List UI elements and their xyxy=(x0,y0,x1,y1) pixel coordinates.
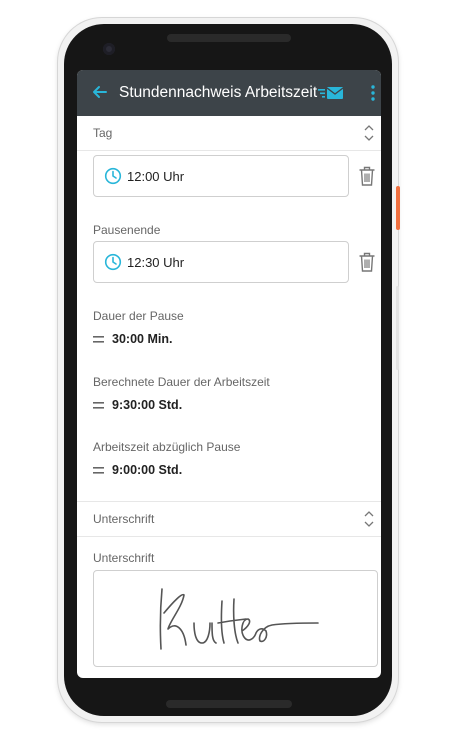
pausenende-time-field[interactable]: 12:30 Uhr xyxy=(93,241,349,283)
dauer-pause-label: Dauer der Pause xyxy=(93,309,184,323)
section-label-tag: Tag xyxy=(93,126,113,140)
arrow-back-icon[interactable] xyxy=(89,81,111,103)
more-vert-icon[interactable] xyxy=(370,84,376,102)
arbeitszeit-abzueglich-label: Arbeitszeit abzüglich Pause xyxy=(93,440,241,454)
top-speaker xyxy=(167,34,291,42)
pausenbeginn-time-field[interactable]: 12:00 Uhr xyxy=(93,155,349,197)
clock-icon xyxy=(104,167,122,185)
dauer-pause-value: 30:00 Min. xyxy=(112,332,173,346)
trash-icon[interactable] xyxy=(358,165,376,187)
page-title: Stundennachweis Arbeitszeit xyxy=(119,84,318,101)
signature-pad[interactable] xyxy=(93,570,378,667)
section-header-tag[interactable]: Tag xyxy=(77,116,381,151)
expand-collapse-icon[interactable] xyxy=(363,509,375,529)
signature-label: Unterschrift xyxy=(93,551,155,565)
arbeitszeit-abzueglich-value: 9:00:00 Std. xyxy=(112,463,183,477)
power-button xyxy=(396,186,400,230)
bottom-speaker xyxy=(166,700,292,708)
pausenende-value: 12:30 Uhr xyxy=(127,255,185,270)
pausenende-label: Pausenende xyxy=(93,223,161,237)
front-camera xyxy=(103,43,115,55)
section-label-unterschrift: Unterschrift xyxy=(93,512,155,526)
berechnete-dauer-label: Berechnete Dauer der Arbeitszeit xyxy=(93,375,270,389)
equals-icon xyxy=(93,336,104,343)
handwritten-signature xyxy=(159,588,319,650)
berechnete-dauer-value: 9:30:00 Std. xyxy=(112,398,183,412)
pausenbeginn-value: 12:00 Uhr xyxy=(127,169,185,184)
volume-button xyxy=(396,286,399,370)
equals-icon xyxy=(93,467,104,474)
clock-icon xyxy=(104,253,122,271)
section-header-unterschrift[interactable]: Unterschrift xyxy=(77,502,381,537)
expand-collapse-icon[interactable] xyxy=(363,123,375,143)
trash-icon[interactable] xyxy=(358,251,376,273)
app-screen: Stundennachweis Arbeitszeit Tag 12:00 Uh… xyxy=(77,70,381,678)
mail-send-icon[interactable] xyxy=(318,85,344,101)
app-bar: Stundennachweis Arbeitszeit xyxy=(77,70,381,116)
equals-icon xyxy=(93,402,104,409)
